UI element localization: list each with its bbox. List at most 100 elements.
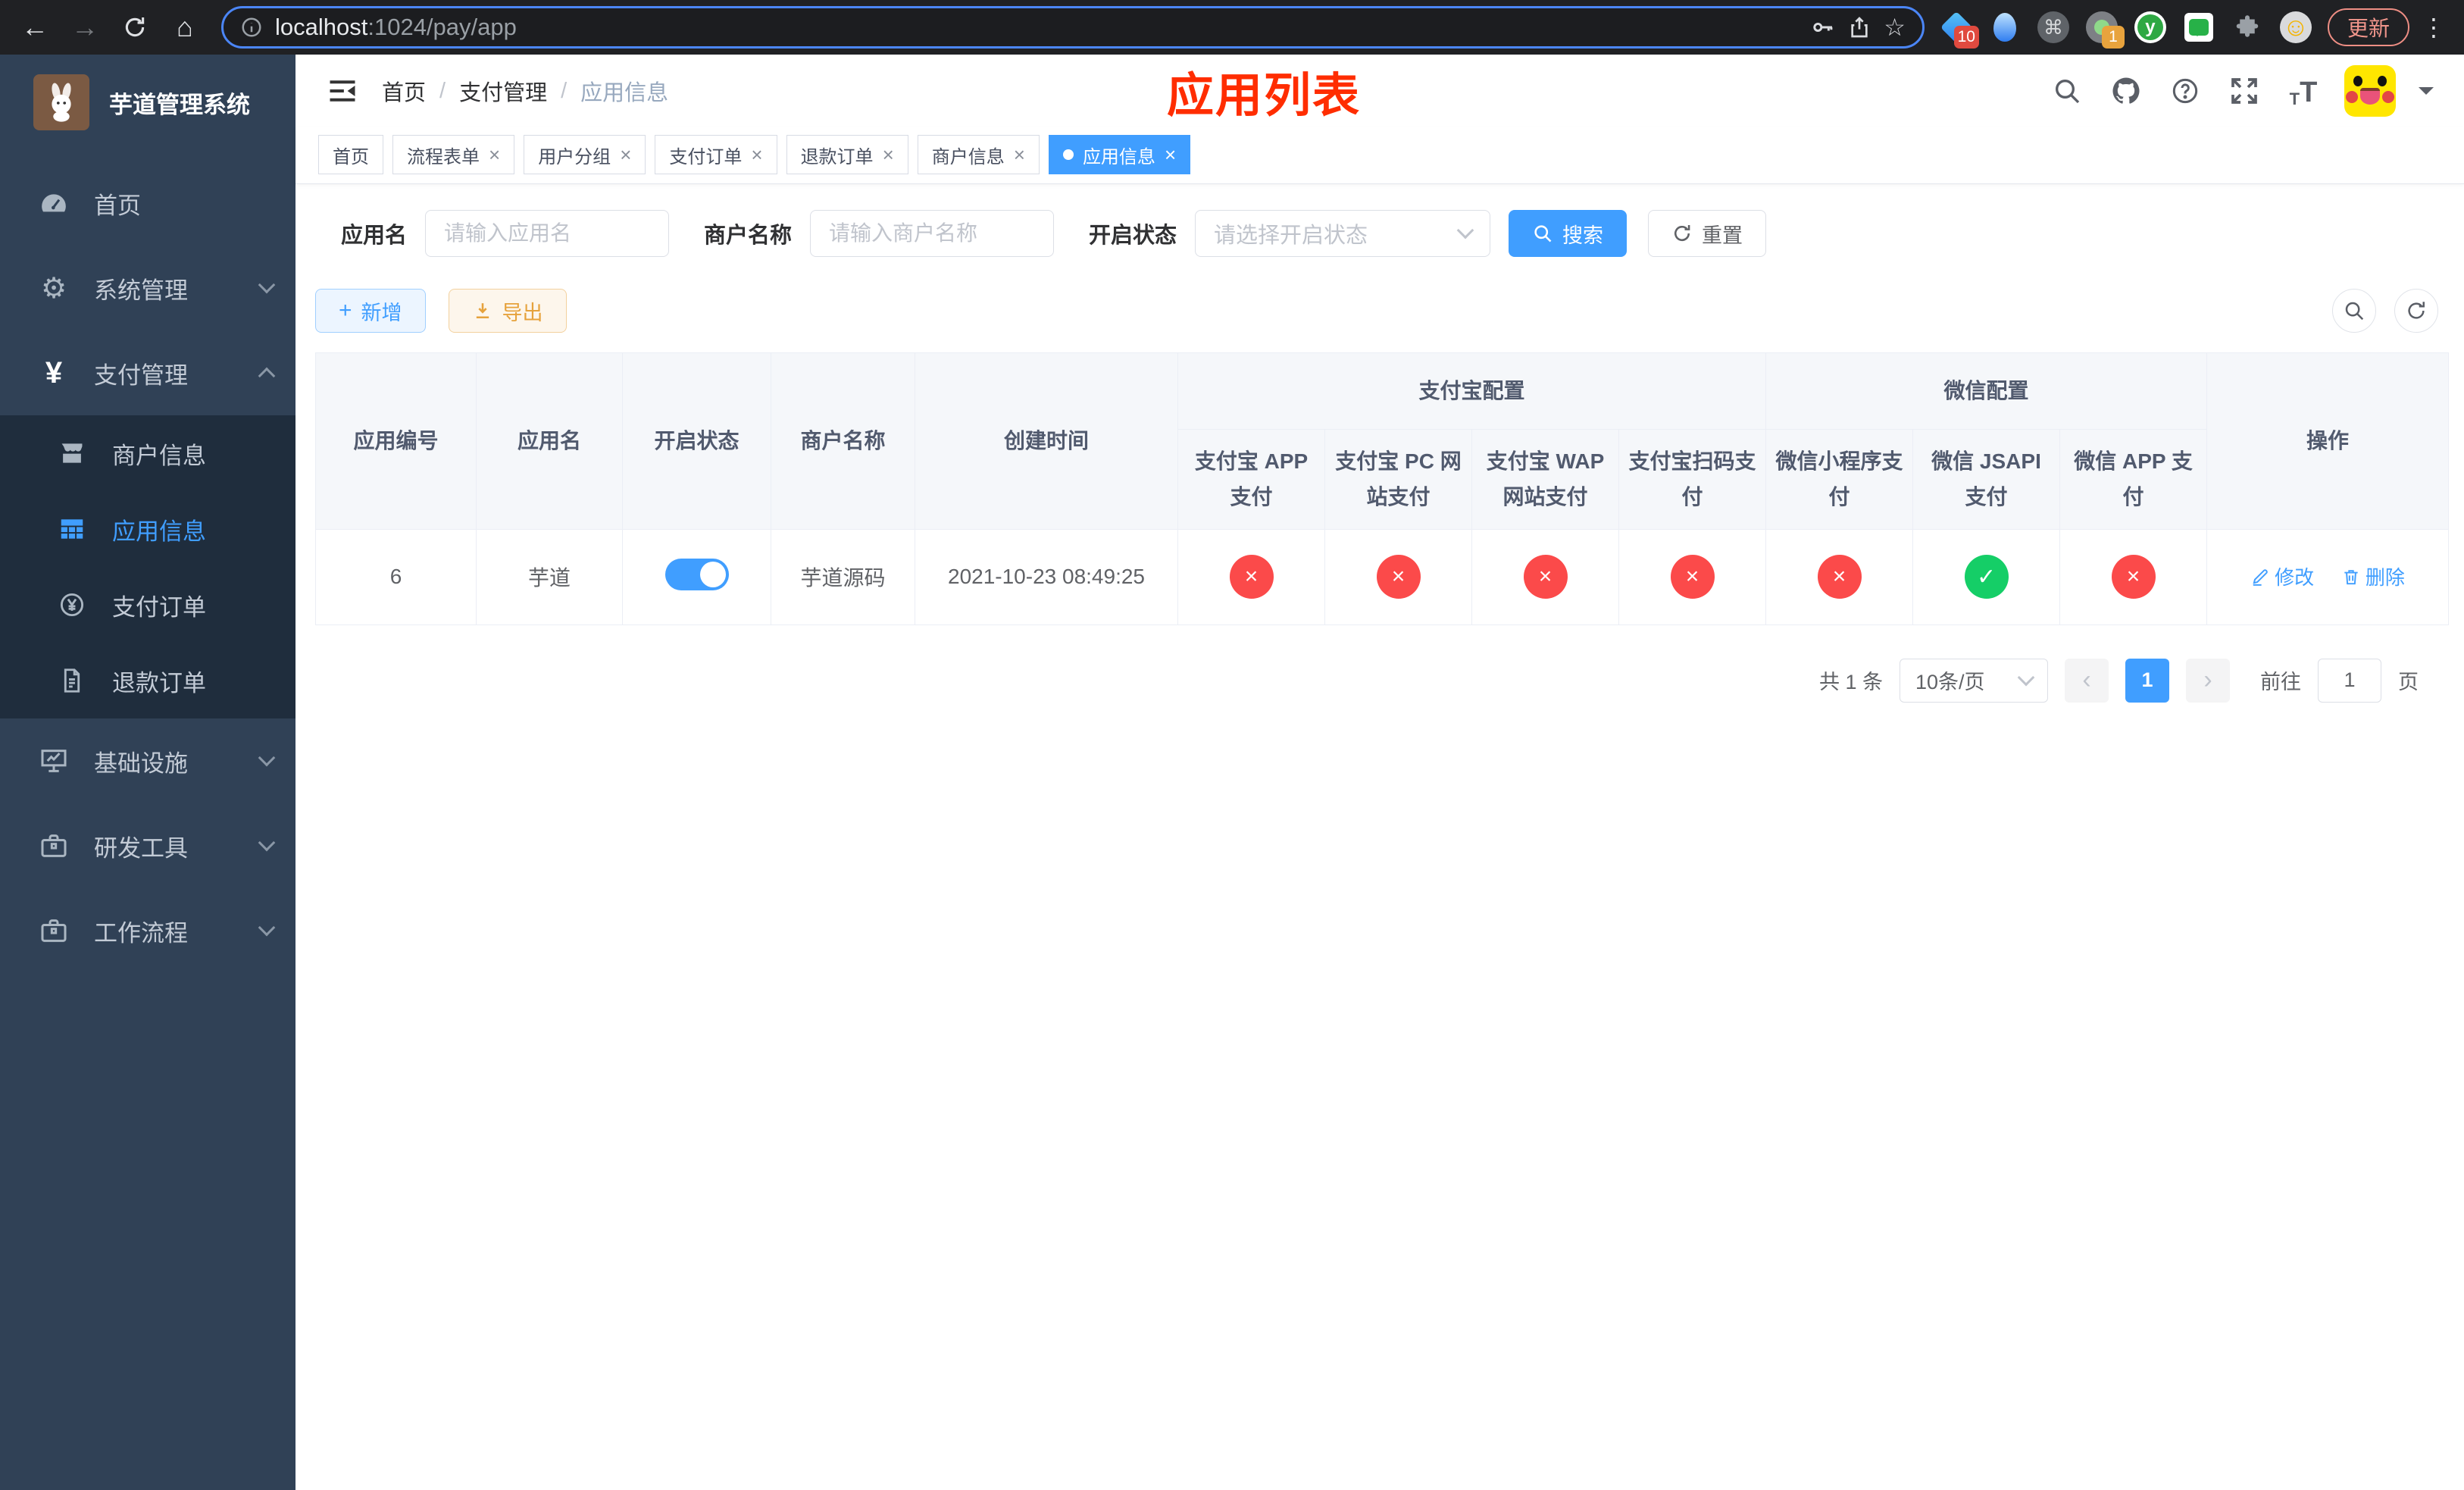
sidebar-item-pay-orders[interactable]: 支付订单 bbox=[0, 567, 295, 643]
font-size-icon[interactable]: TT bbox=[2285, 73, 2322, 109]
extension-chat-icon[interactable] bbox=[2182, 11, 2215, 44]
sidebar-item-refund-orders[interactable]: 退款订单 bbox=[0, 643, 295, 718]
status-toggle[interactable] bbox=[664, 558, 729, 590]
current-page[interactable]: 1 bbox=[2125, 658, 2169, 703]
extension-command-icon[interactable]: ⌘ bbox=[2037, 11, 2070, 44]
bookmark-star-icon[interactable]: ☆ bbox=[1884, 13, 1906, 42]
sidebar-item-dev-tools[interactable]: 研发工具 bbox=[0, 803, 295, 888]
page-annotation-title: 应用列表 bbox=[1167, 70, 1362, 122]
plus-icon: + bbox=[339, 298, 352, 323]
user-avatar[interactable] bbox=[2344, 65, 2396, 117]
cell-alipay-wap: × bbox=[1471, 528, 1619, 625]
export-button[interactable]: 导出 bbox=[448, 289, 567, 333]
merchant-name-input[interactable] bbox=[810, 210, 1055, 257]
search-icon bbox=[2345, 302, 2364, 321]
breadcrumb-separator: / bbox=[439, 78, 446, 103]
close-icon[interactable]: × bbox=[1165, 145, 1176, 164]
trash-icon bbox=[2344, 569, 2358, 584]
add-button[interactable]: + 新增 bbox=[315, 289, 426, 333]
profile-avatar-icon[interactable]: ☺ bbox=[2279, 11, 2312, 44]
col-status: 开启状态 bbox=[622, 352, 771, 530]
tab-pay-orders[interactable]: 支付订单 × bbox=[655, 135, 777, 174]
delete-button[interactable]: 删除 bbox=[2341, 562, 2405, 590]
extension-camera-icon[interactable]: 1 bbox=[2085, 11, 2125, 49]
app-name-input[interactable] bbox=[425, 210, 670, 257]
address-bar[interactable]: localhost:1024/pay/app ☆ bbox=[221, 6, 1925, 49]
help-icon[interactable] bbox=[2167, 73, 2203, 109]
col-alipay-pc: 支付宝 PC 网站支付 bbox=[1324, 428, 1472, 530]
search-icon[interactable] bbox=[2049, 73, 2085, 109]
cell-alipay-pc: × bbox=[1324, 528, 1472, 625]
sidebar-item-app-info[interactable]: 应用信息 bbox=[0, 491, 295, 567]
browser-home-button[interactable]: ⌂ bbox=[164, 6, 206, 49]
status-cross-icon: × bbox=[1817, 555, 1862, 599]
cell-wechat-mini: × bbox=[1765, 528, 1914, 625]
search-button[interactable]: 搜索 bbox=[1509, 210, 1628, 257]
breadcrumb-home[interactable]: 首页 bbox=[382, 75, 426, 107]
extensions-strip: 10 ⌘ 1 y ☺ bbox=[1940, 11, 2312, 49]
sidebar-item-home[interactable]: 首页 bbox=[0, 161, 295, 246]
edit-button[interactable]: 修改 bbox=[2250, 562, 2314, 590]
status-cross-icon: × bbox=[2111, 555, 2156, 599]
sidebar-item-system[interactable]: ⚙ 系统管理 bbox=[0, 246, 295, 330]
col-alipay-wap: 支付宝 WAP 网站支付 bbox=[1471, 428, 1619, 530]
close-icon[interactable]: × bbox=[1014, 145, 1025, 164]
reset-button[interactable]: 重置 bbox=[1648, 210, 1767, 257]
tab-home[interactable]: 首页 bbox=[318, 135, 383, 174]
col-create-time: 创建时间 bbox=[915, 352, 1178, 530]
browser-menu-icon[interactable]: ⋮ bbox=[2417, 13, 2450, 42]
sidebar-item-label: 首页 bbox=[94, 192, 141, 219]
tab-user-group[interactable]: 用户分组 × bbox=[524, 135, 646, 174]
browser-reload-button[interactable] bbox=[114, 6, 156, 49]
extension-diamond-icon[interactable]: 10 bbox=[1940, 11, 1979, 49]
fullscreen-icon[interactable] bbox=[2226, 73, 2262, 109]
next-page-button[interactable]: › bbox=[2186, 658, 2230, 703]
browser-update-button[interactable]: 更新 bbox=[2327, 8, 2409, 46]
sidebar-item-merchant-info[interactable]: 商户信息 bbox=[0, 415, 295, 491]
sidebar-logo-row[interactable]: 芋道管理系统 bbox=[0, 55, 295, 150]
col-wechat-jsapi: 微信 JSAPI 支付 bbox=[1912, 428, 2061, 530]
close-icon[interactable]: × bbox=[883, 145, 894, 164]
chevron-down-icon bbox=[258, 276, 276, 294]
password-key-icon[interactable] bbox=[1811, 15, 1835, 39]
browser-forward-button[interactable]: → bbox=[64, 6, 106, 49]
breadcrumb: 首页 / 支付管理 / 应用信息 bbox=[382, 75, 668, 107]
browser-back-button[interactable]: ← bbox=[14, 6, 56, 49]
search-icon bbox=[1534, 225, 1552, 243]
close-icon[interactable]: × bbox=[489, 145, 500, 164]
tab-refund-orders[interactable]: 退款订单 × bbox=[786, 135, 908, 174]
goto-page-input[interactable] bbox=[2318, 658, 2381, 703]
close-icon[interactable]: × bbox=[751, 145, 762, 164]
breadcrumb-payment[interactable]: 支付管理 bbox=[459, 75, 547, 107]
caret-down-icon[interactable] bbox=[2419, 87, 2434, 102]
payment-submenu: 商户信息 应用信息 支付订单 退款订单 bbox=[0, 415, 295, 718]
browser-toolbar: ← → ⌂ localhost:1024/pay/app ☆ 10 ⌘ 1 y bbox=[0, 0, 2464, 55]
toggle-search-button[interactable] bbox=[2332, 289, 2376, 333]
share-icon[interactable] bbox=[1847, 15, 1871, 39]
tab-merchant-info[interactable]: 商户信息 × bbox=[917, 135, 1040, 174]
chevron-down-icon bbox=[258, 919, 276, 937]
sidebar-item-workflow[interactable]: 工作流程 bbox=[0, 888, 295, 973]
sidebar-collapse-button[interactable] bbox=[326, 74, 359, 108]
extensions-puzzle-icon[interactable] bbox=[2231, 11, 2264, 44]
sidebar-item-payment[interactable]: ¥ 支付管理 bbox=[0, 330, 295, 415]
cell-alipay-qr: × bbox=[1618, 528, 1767, 625]
sidebar-item-label: 退款订单 bbox=[112, 669, 206, 696]
refresh-table-button[interactable] bbox=[2394, 289, 2438, 333]
close-icon[interactable]: × bbox=[620, 145, 631, 164]
tab-process-form[interactable]: 流程表单 × bbox=[392, 135, 515, 174]
search-form: 应用名 商户名称 开启状态 请选择开启状态 搜索 重置 bbox=[341, 210, 2449, 257]
col-wechat-mini: 微信小程序支付 bbox=[1765, 428, 1914, 530]
extension-y-icon[interactable]: y bbox=[2134, 11, 2167, 44]
status-cross-icon: × bbox=[1229, 555, 1274, 599]
extension-balloon-icon[interactable] bbox=[1988, 11, 2022, 44]
status-select[interactable]: 请选择开启状态 bbox=[1195, 210, 1491, 257]
prev-page-button[interactable]: ‹ bbox=[2065, 658, 2109, 703]
page-size-select[interactable]: 10条/页 bbox=[1900, 658, 2048, 703]
github-icon[interactable] bbox=[2108, 73, 2144, 109]
col-app-id: 应用编号 bbox=[315, 352, 477, 530]
tab-app-info[interactable]: 应用信息 × bbox=[1048, 135, 1191, 174]
sidebar-item-label: 应用信息 bbox=[112, 518, 206, 545]
site-info-icon[interactable] bbox=[240, 16, 263, 39]
sidebar-item-infrastructure[interactable]: 基础设施 bbox=[0, 718, 295, 803]
